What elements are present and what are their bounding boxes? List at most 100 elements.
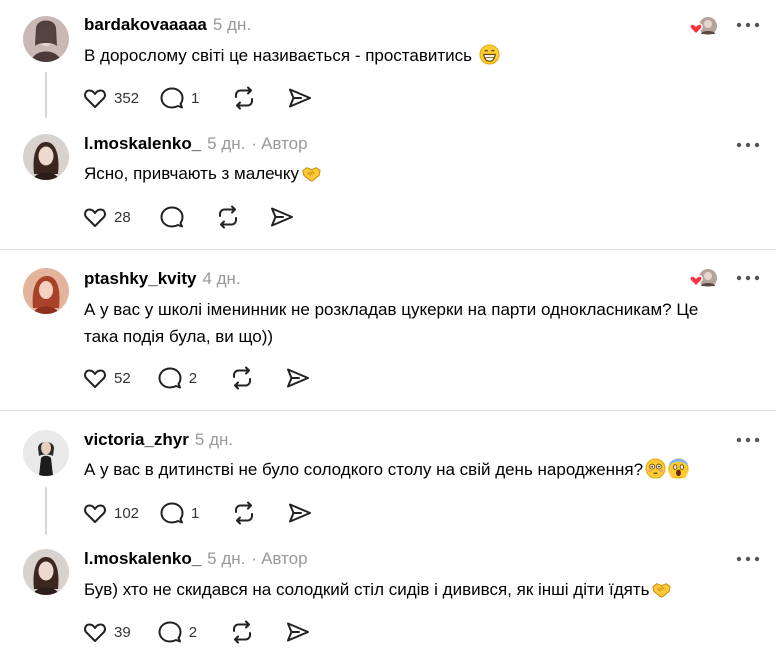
paper-plane-icon	[287, 368, 310, 388]
avatar[interactable]	[23, 549, 69, 595]
comment-bubble-icon	[160, 206, 184, 228]
share-button[interactable]	[285, 365, 311, 391]
like-button[interactable]: 102	[82, 500, 139, 526]
action-bar: 102 1	[82, 500, 313, 526]
thread-line	[45, 72, 47, 118]
action-bar: 28	[82, 204, 295, 230]
avatar[interactable]	[23, 16, 69, 62]
comment-text-line: А у вас у школі іменинник не розкладав ц…	[84, 300, 699, 319]
share-button[interactable]	[285, 619, 311, 645]
comment-text: Був) хто не скидався на солодкий стіл си…	[84, 576, 764, 603]
comment-text-line: така подія була, ви що))	[84, 327, 274, 346]
heart-with-avatar-icon	[689, 266, 719, 290]
comment-1: bardakovaaaaa 5 дн. В дорослому світі це …	[0, 0, 776, 124]
heart-outline-icon	[84, 369, 106, 388]
grinning-emoji-icon	[479, 44, 500, 65]
heart-outline-icon	[84, 504, 106, 523]
repost-button[interactable]	[231, 85, 257, 111]
comment-text: А у вас в дитинстві не було солодкого ст…	[84, 456, 764, 483]
repost-button[interactable]	[231, 500, 257, 526]
reply-button[interactable]: 2	[157, 619, 197, 645]
username[interactable]: l.moskalenko_	[84, 134, 201, 153]
reply-button[interactable]	[159, 204, 185, 230]
more-dots-icon[interactable]	[736, 435, 760, 445]
like-button[interactable]: 28	[82, 204, 131, 230]
like-count: 352	[114, 89, 140, 107]
action-bar: 352 1	[82, 85, 313, 111]
more-dots-icon[interactable]	[736, 140, 760, 150]
repost-arrows-icon	[218, 205, 237, 229]
timestamp[interactable]: 5 дн.	[207, 134, 245, 153]
username[interactable]: l.moskalenko_	[84, 549, 201, 568]
like-button[interactable]: 352	[82, 85, 139, 111]
comment-bubble-icon	[158, 621, 182, 643]
more-dots-icon[interactable]	[736, 554, 760, 564]
comment-bubble-icon	[160, 502, 184, 524]
avatar[interactable]	[23, 268, 69, 314]
comment-text: А у вас у школі іменинник не розкладав ц…	[84, 296, 764, 350]
flushed-face-emoji-icon	[645, 458, 666, 479]
comment-text-content: В дорослому світі це називається - прост…	[84, 46, 473, 65]
reply-count: 2	[188, 369, 198, 387]
like-count: 28	[114, 208, 131, 226]
share-button[interactable]	[287, 85, 313, 111]
comment-header: bardakovaaaaa 5 дн.	[84, 14, 251, 36]
comment-text-content: Ясно, привчають з малечку	[84, 164, 299, 183]
comment-text: Ясно, привчають з малечку	[84, 160, 764, 187]
username[interactable]: bardakovaaaaa	[84, 15, 207, 34]
repost-button[interactable]	[229, 619, 255, 645]
reply-button[interactable]: 1	[159, 500, 199, 526]
heart-outline-icon	[84, 89, 106, 108]
paper-plane-icon	[287, 622, 310, 642]
timestamp[interactable]: 5 дн.	[213, 15, 251, 34]
username[interactable]: ptashky_kvity	[84, 269, 196, 288]
repost-button[interactable]	[215, 204, 241, 230]
share-button[interactable]	[269, 204, 295, 230]
comment-5-reply: l.moskalenko_ 5 дн. · Автор Був) хто не ски…	[0, 539, 776, 662]
timestamp[interactable]: 4 дн.	[202, 269, 240, 288]
comment-2-reply: l.moskalenko_ 5 дн. · Автор Ясно, привчають…	[0, 124, 776, 248]
comment-header: l.moskalenko_ 5 дн. · Автор	[84, 548, 308, 570]
heart-outline-icon	[84, 623, 106, 642]
comment-text-content: Був) хто не скидався на солодкий стіл си…	[84, 580, 650, 599]
author-badge: Автор	[261, 134, 308, 153]
more-dots-icon[interactable]	[736, 273, 760, 283]
action-bar: 52 2	[82, 365, 311, 391]
reply-button[interactable]: 2	[157, 365, 197, 391]
comment-text-content: А у вас в дитинстві не було солодкого ст…	[84, 460, 644, 479]
comment-header: ptashky_kvity 4 дн.	[84, 268, 241, 290]
like-button[interactable]: 39	[82, 619, 131, 645]
handshake-emoji-icon	[302, 167, 321, 182]
avatar[interactable]	[23, 134, 69, 180]
paper-plane-icon	[270, 207, 293, 227]
separator-dot: ·	[251, 134, 258, 153]
more-dots-icon[interactable]	[736, 20, 760, 30]
reply-count: 1	[191, 504, 200, 522]
avatar[interactable]	[23, 430, 69, 476]
username[interactable]: victoria_zhyr	[84, 430, 189, 449]
handshake-emoji-icon	[652, 583, 672, 598]
reply-count: 2	[188, 623, 198, 641]
repost-arrows-icon	[235, 501, 254, 525]
timestamp[interactable]: 5 дн.	[207, 549, 245, 568]
separator-dot: ·	[251, 549, 258, 568]
heart-outline-icon	[84, 208, 106, 227]
paper-plane-icon	[289, 503, 312, 523]
paper-plane-icon	[289, 88, 312, 108]
action-bar: 39 2	[82, 619, 311, 645]
like-count: 102	[114, 504, 140, 522]
share-button[interactable]	[287, 500, 313, 526]
thread-line	[45, 487, 47, 535]
reply-count: 1	[191, 89, 200, 107]
reply-button[interactable]: 1	[159, 85, 199, 111]
like-button[interactable]: 52	[82, 365, 131, 391]
comment-4: victoria_zhyr 5 дн. А у вас в дитинстві н…	[0, 411, 776, 539]
repost-arrows-icon	[233, 366, 252, 390]
comment-bubble-icon	[158, 367, 182, 389]
comment-3: ptashky_kvity 4 дн. А у вас у школі імени…	[0, 250, 776, 410]
author-badge: Автор	[261, 549, 308, 568]
heart-with-avatar-icon	[689, 14, 719, 38]
timestamp[interactable]: 5 дн.	[195, 430, 233, 449]
like-count: 52	[114, 369, 131, 387]
repost-button[interactable]	[229, 365, 255, 391]
